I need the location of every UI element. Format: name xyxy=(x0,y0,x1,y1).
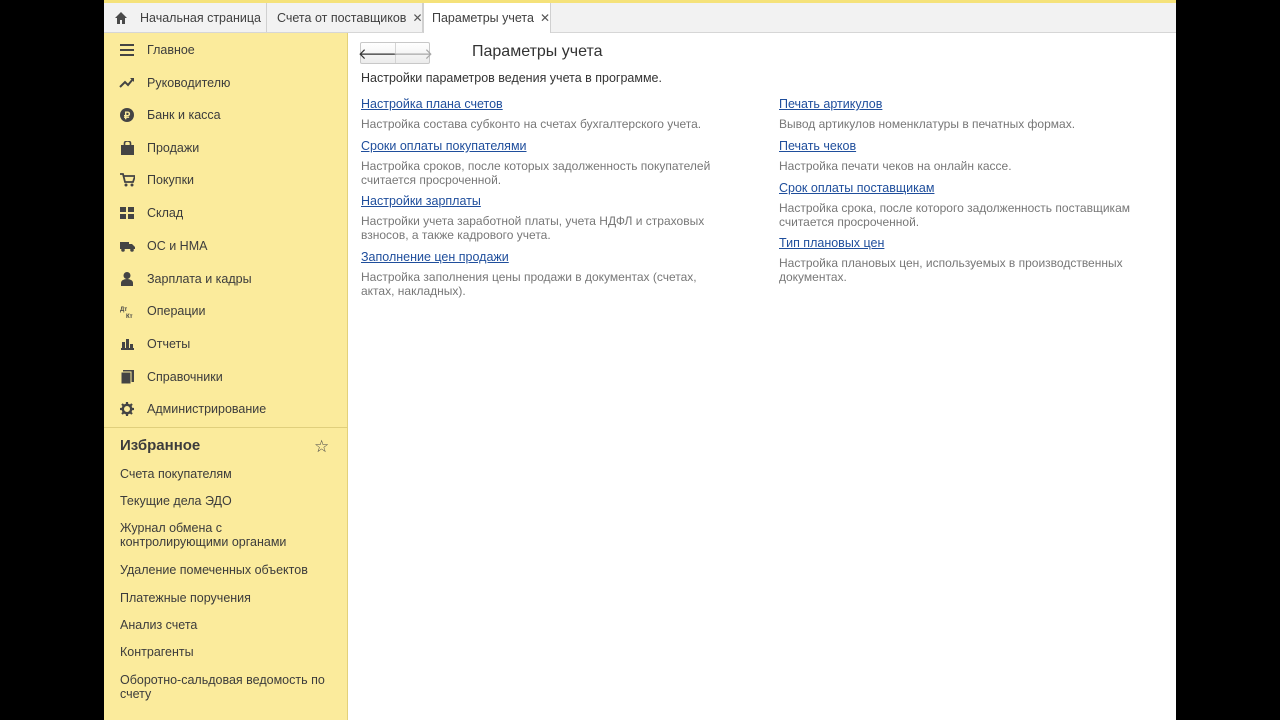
sidebar: Главное Руководителю ₽ Банк и касса Прод… xyxy=(104,33,348,720)
trend-icon xyxy=(119,75,135,91)
setting-description: Настройка состава субконто на счетах бух… xyxy=(361,117,702,131)
sidebar-item-label: Склад xyxy=(147,206,184,220)
sidebar-divider xyxy=(104,427,348,428)
sidebar-item-label: Продажи xyxy=(147,141,200,155)
tab-label: Начальная страница xyxy=(140,10,261,25)
cart-icon xyxy=(119,172,135,188)
page-description: Настройки параметров ведения учета в про… xyxy=(361,71,662,85)
bar-chart-icon xyxy=(119,336,135,352)
home-icon xyxy=(115,11,127,24)
setting-link[interactable]: Настройки зарплаты xyxy=(361,194,481,208)
sidebar-item-label: Руководителю xyxy=(147,76,231,90)
favorite-item[interactable]: Удаление помеченных объектов xyxy=(120,563,335,577)
sidebar-item-label: Покупки xyxy=(147,173,195,187)
sidebar-item-operations[interactable]: Дт Кт Операции xyxy=(104,295,348,327)
favorite-item[interactable]: Платежные поручения xyxy=(120,591,335,605)
sidebar-item-label: Банк и касса xyxy=(147,108,221,122)
setting-link[interactable]: Заполнение цен продажи xyxy=(361,250,509,264)
sidebar-item-purchases[interactable]: Покупки xyxy=(104,164,348,196)
tab-label: Параметры учета xyxy=(432,11,534,25)
setting-description: Настройка печати чеков на онлайн кассе. xyxy=(779,159,1012,173)
setting-description: Настройка срока, после которого задолжен… xyxy=(779,201,1130,229)
person-icon xyxy=(119,271,135,287)
main-content: 🡐 🡒 Параметры учета Настройки параметров… xyxy=(348,33,1176,720)
sidebar-item-label: Администрирование xyxy=(147,402,267,416)
setting-print-articles: Печать артикулов Вывод артикулов номенкл… xyxy=(779,95,1139,131)
sidebar-item-label: Операции xyxy=(147,304,206,318)
operations-icon: Дт Кт xyxy=(119,303,135,319)
setting-supplier-payment-terms: Срок оплаты поставщикам Настройка срока,… xyxy=(779,179,1134,229)
setting-chart-of-accounts: Настройка плана счетов Настройка состава… xyxy=(361,95,711,131)
star-icon[interactable]: ☆ xyxy=(314,437,329,457)
sidebar-item-main[interactable]: Главное xyxy=(104,34,348,66)
favorite-item[interactable]: Контрагенты xyxy=(120,645,335,659)
setting-customer-payment-terms: Сроки оплаты покупателями Настройка срок… xyxy=(361,137,711,187)
sidebar-item-label: ОС и НМА xyxy=(147,239,208,253)
sidebar-item-sales[interactable]: Продажи xyxy=(104,132,348,164)
setting-description: Вывод артикулов номенклатуры в печатных … xyxy=(779,117,1076,131)
tab-accounting-params[interactable]: Параметры учета ✕ xyxy=(423,3,551,33)
tab-home[interactable]: Начальная страница xyxy=(104,3,267,32)
sidebar-item-warehouse[interactable]: Склад xyxy=(104,197,348,229)
warehouse-icon xyxy=(119,205,135,221)
sidebar-item-label: Отчеты xyxy=(147,337,191,351)
app-window: Начальная страница Счета от поставщиков … xyxy=(104,0,1176,720)
sidebar-item-salary[interactable]: Зарплата и кадры xyxy=(104,263,348,295)
sidebar-item-bank[interactable]: ₽ Банк и касса xyxy=(104,99,348,131)
sidebar-item-label: Главное xyxy=(147,43,195,57)
bag-icon xyxy=(119,140,135,156)
sidebar-item-administration[interactable]: Администрирование xyxy=(104,393,348,425)
gear-icon xyxy=(119,401,135,417)
setting-planned-price-type: Тип плановых цен Настройка плановых цен,… xyxy=(779,234,1134,284)
sidebar-item-manager[interactable]: Руководителю xyxy=(104,67,348,99)
tab-bar: Начальная страница Счета от поставщиков … xyxy=(104,0,1176,33)
ruble-icon: ₽ xyxy=(119,107,135,123)
setting-description: Настройки учета заработной платы, учета … xyxy=(361,214,705,242)
setting-description: Настройка плановых цен, используемых в п… xyxy=(779,256,1123,284)
setting-link[interactable]: Настройка плана счетов xyxy=(361,97,503,111)
setting-link[interactable]: Печать чеков xyxy=(779,139,856,153)
setting-link[interactable]: Тип плановых цен xyxy=(779,236,884,250)
sidebar-item-fixed-assets[interactable]: ОС и НМА xyxy=(104,230,348,262)
close-icon[interactable]: ✕ xyxy=(412,11,422,25)
back-arrow-icon[interactable]: 🡐 xyxy=(358,43,398,63)
sidebar-item-label: Справочники xyxy=(147,370,223,384)
setting-sale-prices: Заполнение цен продажи Настройка заполне… xyxy=(361,248,731,298)
book-icon xyxy=(119,369,135,385)
setting-link[interactable]: Печать артикулов xyxy=(779,97,882,111)
favorites-title: Избранное xyxy=(120,437,201,454)
svg-text:Дт: Дт xyxy=(120,307,127,313)
menu-icon xyxy=(119,42,135,58)
truck-icon xyxy=(119,238,135,254)
favorite-item[interactable]: Текущие дела ЭДО xyxy=(120,494,335,508)
svg-text:Кт: Кт xyxy=(126,314,133,318)
setting-link[interactable]: Срок оплаты поставщикам xyxy=(779,181,934,195)
sidebar-item-label: Зарплата и кадры xyxy=(147,272,252,286)
tab-supplier-invoices[interactable]: Счета от поставщиков ✕ xyxy=(267,3,423,32)
favorite-item[interactable]: Оборотно-сальдовая ведомость по счету xyxy=(120,673,335,701)
setting-description: Настройка сроков, после которых задолжен… xyxy=(361,159,711,187)
sidebar-item-directories[interactable]: Справочники xyxy=(104,361,348,393)
page-title: Параметры учета xyxy=(472,43,603,60)
svg-text:₽: ₽ xyxy=(124,111,131,122)
setting-print-receipts: Печать чеков Настройка печати чеков на о… xyxy=(779,137,1139,173)
sidebar-item-reports[interactable]: Отчеты xyxy=(104,328,348,360)
setting-salary: Настройки зарплаты Настройки учета зараб… xyxy=(361,192,711,242)
tab-label: Счета от поставщиков xyxy=(277,10,407,25)
favorite-item[interactable]: Счета покупателям xyxy=(120,467,335,481)
setting-description: Настройка заполнения цены продажи в доку… xyxy=(361,270,697,298)
setting-link[interactable]: Сроки оплаты покупателями xyxy=(361,139,527,153)
navigation-buttons: 🡐 🡒 xyxy=(358,42,433,64)
favorite-item[interactable]: Журнал обмена с контролирующими органами xyxy=(120,521,300,549)
favorite-item[interactable]: Анализ счета xyxy=(120,618,335,632)
close-icon[interactable]: ✕ xyxy=(540,11,550,25)
forward-arrow-icon[interactable]: 🡒 xyxy=(393,43,433,63)
